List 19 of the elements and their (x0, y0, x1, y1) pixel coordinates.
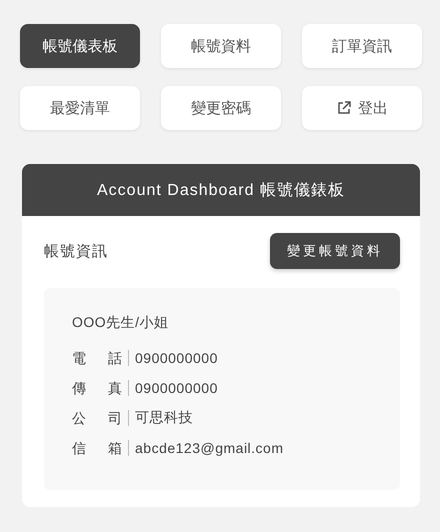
external-link-icon (336, 100, 352, 116)
field-value: 0900000000 (134, 380, 218, 396)
field-label: 電話 (72, 350, 129, 366)
menu-tab[interactable]: 帳號資料 (161, 24, 281, 68)
field-label: 傳真 (72, 380, 129, 396)
section-title: 帳號資訊 (44, 242, 108, 260)
field-label: 信箱 (72, 440, 129, 456)
card-title: Account Dashboard 帳號儀錶板 (22, 164, 420, 216)
edit-profile-button[interactable]: 變更帳號資料 (270, 233, 400, 269)
menu-tab[interactable]: 訂單資訊 (302, 24, 422, 68)
menu-tab[interactable]: 變更密碼 (161, 86, 281, 130)
customer-name: OOO先生/小姐 (72, 314, 170, 332)
field-value: 可思科技 (134, 409, 193, 427)
field-value: 0900000000 (134, 350, 218, 366)
menu-tab[interactable]: 最愛清單 (20, 86, 140, 130)
logout-button[interactable]: 登出 (302, 86, 422, 130)
field-value: abcde123@gmail.com (134, 440, 284, 456)
field-label: 公司 (72, 410, 129, 426)
menu-tab[interactable]: 帳號儀表板 (20, 24, 140, 68)
